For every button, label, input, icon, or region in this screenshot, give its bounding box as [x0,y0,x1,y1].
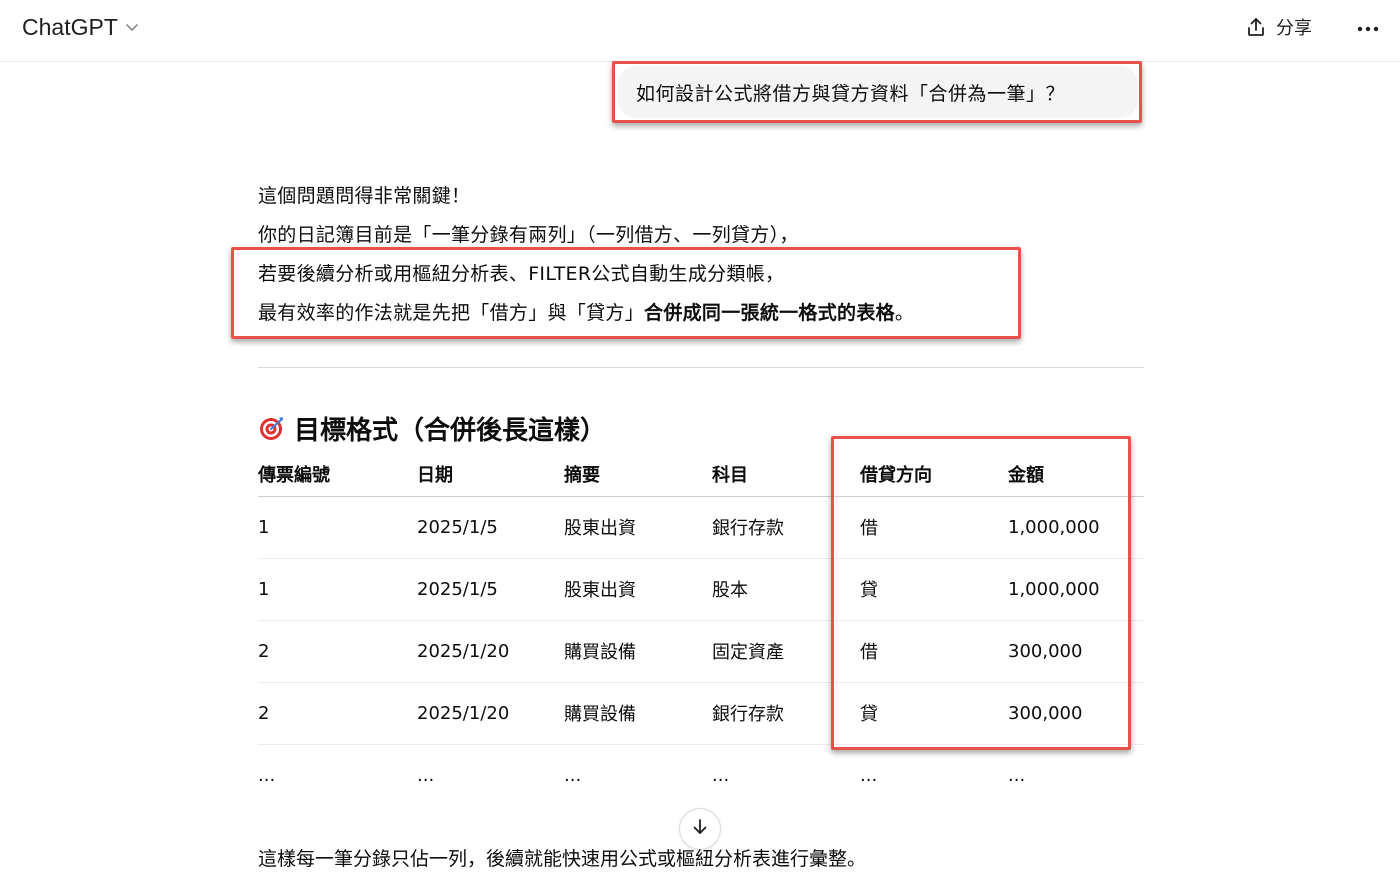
arrow-down-icon [690,817,710,841]
answer-line-4-bold: 合併成同一張統一格式的表格 [644,302,895,324]
closing-line: 這樣每一筆分錄只佔一列，後續就能快速用公式或樞紐分析表進行彙整。 [258,848,867,870]
more-options-button[interactable] [1350,12,1386,42]
top-bar: ChatGPT 分享 [0,0,1400,62]
table-row: 2 2025/1/20 購買設備 銀行存款 貸 300,000 [258,682,1144,745]
table-cell: 2025/1/5 [417,558,564,621]
table-cell: 1 [258,558,417,621]
table-row: ... ... ... ... ... ... [258,744,1144,806]
model-name: ChatGPT [22,13,118,40]
column-header: 金額 [1008,452,1144,497]
column-header: 借貸方向 [860,452,1008,497]
column-header: 科目 [712,452,860,497]
table-cell: 借 [860,496,1008,559]
table-cell: 股東出資 [564,496,712,559]
table-cell: ... [564,764,582,786]
answer-line-2: 你的日記簿目前是「一筆分錄有兩列」（一列借方、一列貸方）， [258,224,799,246]
share-label: 分享 [1276,18,1312,39]
table-cell: 2025/1/20 [417,620,564,683]
table-cell: 1,000,000 [1008,496,1144,559]
chevron-down-icon [124,19,140,35]
user-message-text: 如何設計公式將借方與貸方資料「合併為一筆」？ [636,82,1066,105]
table-cell: 股本 [712,558,860,621]
table-row: 2 2025/1/20 購買設備 固定資產 借 300,000 [258,620,1144,683]
merged-format-table: 傳票編號 日期 摘要 科目 借貸方向 金額 1 2025/1/5 股東出資 銀行… [258,452,1144,806]
answer-line-4-tail: 。 [894,302,915,324]
section-heading: 目標格式（合併後長這樣） [258,408,606,448]
table-cell: ... [258,764,276,786]
share-button[interactable]: 分享 [1236,10,1320,44]
table-cell: 2025/1/20 [417,682,564,745]
table-cell: 借 [860,620,1008,683]
model-selector[interactable]: ChatGPT [14,10,148,44]
table-cell: 購買設備 [564,620,712,683]
table-cell: 貸 [860,558,1008,621]
table-cell: 貸 [860,682,1008,745]
table-row: 1 2025/1/5 股東出資 銀行存款 借 1,000,000 [258,496,1144,559]
table-cell: 300,000 [1008,620,1144,683]
table-cell: ... [712,764,730,786]
column-header: 日期 [417,452,564,497]
table-cell: ... [1008,764,1026,786]
table-cell: 股東出資 [564,558,712,621]
target-dart-icon [258,414,286,442]
answer-line-1: 這個問題問得非常關鍵！ [258,185,471,207]
table-cell: 固定資產 [712,620,860,683]
table-cell: ... [417,764,435,786]
table-cell: 銀行存款 [712,682,860,745]
answer-line-3: 若要後續分析或用樞紐分析表、FILTER公式自動生成分類帳， [258,263,785,285]
answer-line-4: 最有效率的作法就是先把「借方」與「貸方」合併成同一張統一格式的表格。 [258,298,914,325]
table-cell: 2025/1/5 [417,496,564,559]
table-cell: 1 [258,496,417,559]
table-cell: 2 [258,620,417,683]
section-divider [258,367,1144,368]
table-cell: 1,000,000 [1008,558,1144,621]
column-header: 摘要 [564,452,712,497]
table-cell: 300,000 [1008,682,1144,745]
share-upload-icon [1244,15,1268,39]
column-header: 傳票編號 [258,452,417,497]
table-cell: ... [860,764,878,786]
more-horizontal-icon [1356,18,1380,37]
table-cell: 購買設備 [564,682,712,745]
table-cell: 2 [258,682,417,745]
table-cell: 銀行存款 [712,496,860,559]
answer-line-4-text: 最有效率的作法就是先把「借方」與「貸方」 [258,302,645,324]
user-message-bubble: 如何設計公式將借方與貸方資料「合併為一筆」？ [618,66,1138,118]
table-row: 1 2025/1/5 股東出資 股本 貸 1,000,000 [258,558,1144,621]
table-header-row: 傳票編號 日期 摘要 科目 借貸方向 金額 [258,452,1144,497]
section-heading-text: 目標格式（合併後長這樣） [294,415,607,446]
